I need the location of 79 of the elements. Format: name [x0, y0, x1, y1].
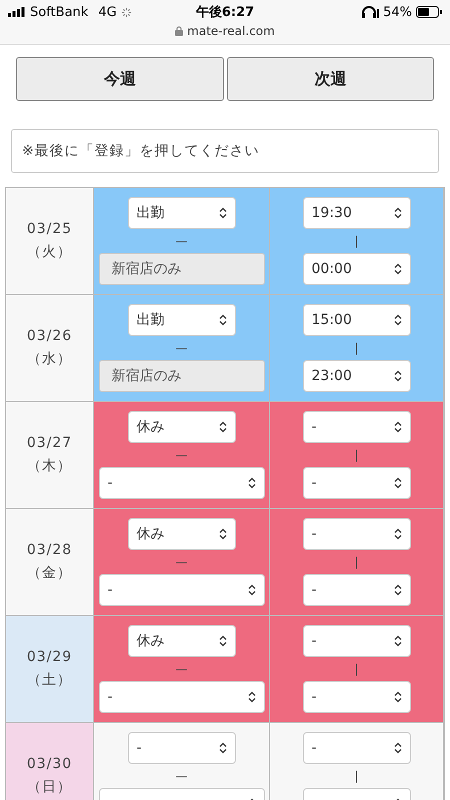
chevron-icon: [248, 584, 256, 596]
loading-icon: [120, 6, 132, 18]
date-text: 03/25: [26, 221, 72, 237]
headphones-icon: [361, 6, 380, 18]
clock: 午後6:27: [194, 4, 256, 21]
status-select[interactable]: 休み: [128, 625, 236, 657]
weekday-text: （木）: [27, 457, 72, 475]
battery-icon: [416, 6, 442, 18]
chevron-icon: [218, 742, 226, 754]
chevron-icon: [218, 421, 226, 433]
date-text: 03/26: [26, 328, 72, 344]
chevron-icon: [394, 584, 402, 596]
weekday-text: （火）: [27, 243, 72, 261]
chevron-icon: [394, 263, 402, 275]
chevron-icon: [394, 207, 402, 219]
separator-text: |: [354, 233, 359, 250]
chevron-icon: [218, 207, 226, 219]
dash-text: —: [176, 233, 188, 250]
chevron-icon: [218, 314, 226, 326]
chevron-icon: [218, 528, 226, 540]
dash-text: —: [176, 340, 188, 357]
store-select[interactable]: -: [98, 467, 264, 499]
date-text: 03/30: [26, 756, 72, 772]
battery-percent: 54%: [383, 4, 412, 20]
weekday-text: （水）: [27, 350, 72, 368]
separator-text: |: [354, 661, 359, 678]
notice-field: ※最後に「登録」を押してください: [11, 129, 439, 173]
weekday-text: （土）: [27, 671, 72, 689]
date-text: 03/28: [26, 542, 72, 558]
separator-text: |: [354, 447, 359, 464]
end-time-select[interactable]: -: [302, 574, 410, 606]
chevron-icon: [248, 477, 256, 489]
carrier-name: SoftBank: [30, 4, 88, 20]
weekday-text: （日）: [27, 778, 72, 796]
status-select[interactable]: -: [128, 732, 236, 764]
chevron-icon: [394, 635, 402, 647]
week-button[interactable]: 今週: [16, 57, 224, 101]
start-time-select[interactable]: -: [302, 625, 410, 657]
lock-icon: [175, 26, 184, 36]
end-time-select[interactable]: 00:00: [302, 253, 410, 285]
signal-icon: [8, 7, 26, 17]
dash-text: —: [176, 554, 188, 571]
chevron-icon: [394, 477, 402, 489]
chevron-icon: [394, 370, 402, 382]
store-select[interactable]: -: [98, 681, 264, 713]
chevron-icon: [394, 742, 402, 754]
dash-text: —: [176, 447, 188, 464]
end-time-select[interactable]: 23:00: [302, 360, 410, 392]
chevron-icon: [394, 691, 402, 703]
separator-text: |: [354, 340, 359, 357]
status-select[interactable]: 出勤: [128, 197, 236, 229]
chevron-icon: [394, 421, 402, 433]
status-select[interactable]: 休み: [128, 411, 236, 443]
chevron-icon: [248, 691, 256, 703]
end-time-select[interactable]: -: [302, 681, 410, 713]
status-select[interactable]: 出勤: [128, 304, 236, 336]
dash-text: —: [176, 661, 188, 678]
store-select[interactable]: -: [98, 574, 264, 606]
separator-text: |: [354, 768, 359, 785]
network-type: 4G: [98, 4, 117, 20]
chevron-icon: [394, 314, 402, 326]
chevron-icon: [394, 528, 402, 540]
start-time-select[interactable]: -: [302, 411, 410, 443]
date-text: 03/29: [26, 649, 72, 665]
chevron-icon: [218, 635, 226, 647]
start-time-select[interactable]: -: [302, 732, 410, 764]
end-time-select[interactable]: -: [302, 467, 410, 499]
date-text: 03/27: [26, 435, 72, 451]
weekday-text: （金）: [27, 564, 72, 582]
url-text[interactable]: mate-real.com: [187, 24, 275, 38]
start-time-select[interactable]: 19:30: [302, 197, 410, 229]
start-time-select[interactable]: 15:00: [302, 304, 410, 336]
separator-text: |: [354, 554, 359, 571]
start-time-select[interactable]: -: [302, 518, 410, 550]
store-label: 新宿店のみ: [98, 360, 264, 392]
week-button[interactable]: 次週: [226, 57, 434, 101]
dash-text: —: [176, 768, 188, 785]
status-select[interactable]: 休み: [128, 518, 236, 550]
store-label: 新宿店のみ: [98, 253, 264, 285]
